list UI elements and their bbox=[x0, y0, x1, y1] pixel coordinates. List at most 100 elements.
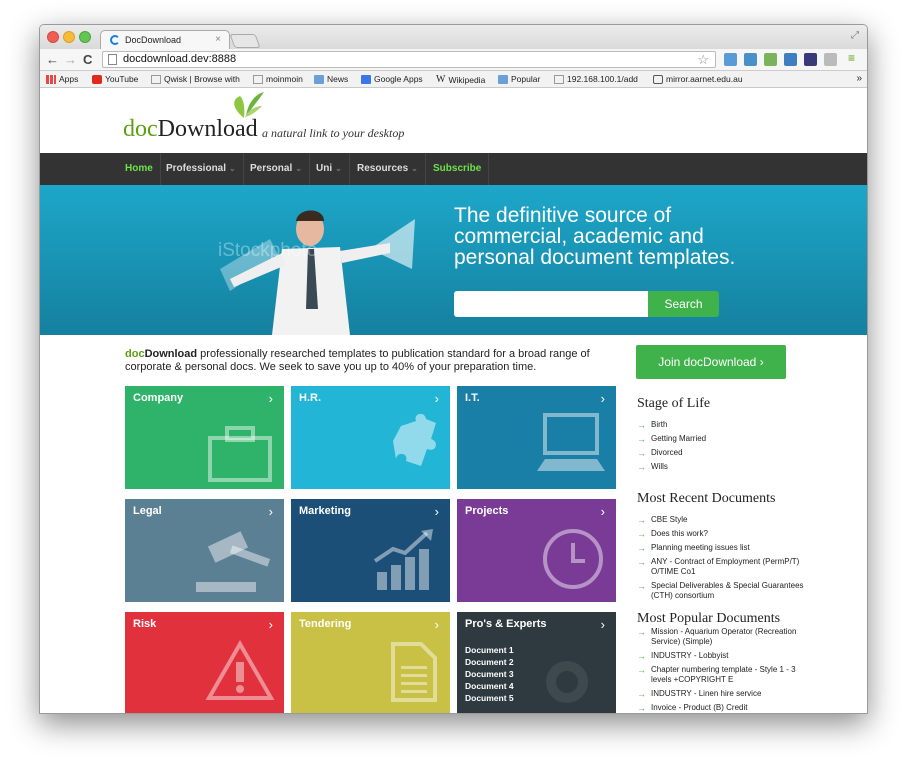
chevron-down-icon: ⌄ bbox=[411, 164, 418, 173]
bookmark-label: Wikipedia bbox=[448, 74, 486, 85]
bookmark-label: Qwisk | Browse with bbox=[164, 74, 240, 84]
chevron-right-icon: › bbox=[434, 617, 439, 632]
more-bookmarks-button[interactable]: » bbox=[856, 73, 862, 84]
recent-document-link[interactable]: CBE Style bbox=[637, 515, 817, 525]
bookmark-mirror[interactable]: mirror.aarnet.edu.au bbox=[653, 74, 743, 84]
bookmark-moinmoin[interactable]: moinmoin bbox=[253, 74, 303, 84]
bookmark-popular[interactable]: Popular bbox=[498, 74, 540, 84]
tile-it[interactable]: I.T. › bbox=[457, 386, 616, 489]
new-tab-button[interactable] bbox=[229, 34, 261, 48]
document-icon bbox=[391, 642, 437, 702]
bookmark-qwisk[interactable]: Qwisk | Browse with bbox=[151, 74, 240, 84]
stage-link[interactable]: Birth bbox=[637, 420, 817, 430]
nav-personal[interactable]: Personal ⌄ bbox=[243, 153, 310, 185]
forward-icon[interactable]: → bbox=[64, 52, 77, 67]
reload-icon[interactable]: C bbox=[83, 52, 92, 67]
nav-subscribe[interactable]: Subscribe bbox=[426, 153, 490, 185]
hero-title: The definitive source of commercial, aca… bbox=[454, 204, 736, 269]
tile-marketing[interactable]: Marketing › bbox=[291, 499, 450, 602]
extension-icon[interactable] bbox=[804, 53, 817, 66]
tile-tendering[interactable]: Tendering › bbox=[291, 612, 450, 713]
tile-title: Marketing bbox=[299, 505, 351, 517]
extension-icon[interactable] bbox=[764, 53, 777, 66]
recent-document-link[interactable]: Planning meeting issues list bbox=[637, 543, 817, 553]
bookmark-router[interactable]: 192.168.100.1/add bbox=[554, 74, 638, 84]
web-page: docDownload a natural link to your deskt… bbox=[40, 88, 867, 713]
nav-resources[interactable]: Resources ⌄ bbox=[350, 153, 426, 185]
chevron-right-icon: › bbox=[600, 391, 605, 406]
tab-close-icon[interactable]: × bbox=[215, 34, 221, 45]
back-icon[interactable]: ← bbox=[46, 52, 59, 67]
watermark: iStockphoto bbox=[218, 240, 318, 261]
experts-doc-link[interactable]: Document 1 bbox=[465, 644, 514, 656]
site-logo[interactable]: docDownload bbox=[123, 116, 258, 143]
popular-document-link[interactable]: Chapter numbering template - Style 1 - 3… bbox=[637, 665, 817, 685]
recent-document-link[interactable]: ANY - Contract of Employment (PermP/T) O… bbox=[637, 557, 817, 577]
intro-brand-doc: doc bbox=[125, 348, 145, 360]
experts-doc-link[interactable]: Document 5 bbox=[465, 692, 514, 704]
chevron-right-icon: › bbox=[434, 391, 439, 406]
menu-icon[interactable]: ≡ bbox=[848, 51, 855, 65]
google-icon bbox=[361, 74, 371, 84]
search-button[interactable]: Search bbox=[648, 291, 719, 317]
bookmark-youtube[interactable]: YouTube bbox=[92, 74, 138, 84]
tile-projects[interactable]: Projects › bbox=[457, 499, 616, 602]
tile-experts[interactable]: Pro's & Experts › Document 1 Document 2 … bbox=[457, 612, 616, 713]
bookmark-label: Apps bbox=[59, 74, 79, 84]
clock-icon bbox=[543, 529, 603, 589]
chevron-down-icon: ⌄ bbox=[229, 164, 236, 173]
tile-company[interactable]: Company › bbox=[125, 386, 284, 489]
search-input[interactable] bbox=[454, 291, 649, 317]
stage-link[interactable]: Getting Married bbox=[637, 434, 817, 444]
popular-document-link[interactable]: Invoice - Product (B) Credit bbox=[637, 703, 817, 713]
wikipedia-icon: W bbox=[436, 74, 446, 85]
popular-document-link[interactable]: INDUSTRY - Linen hire service bbox=[637, 689, 817, 699]
nav-uni[interactable]: Uni ⌄ bbox=[309, 153, 350, 185]
popular-documents-panel: Most Popular Documents Mission - Aquariu… bbox=[637, 611, 817, 713]
recent-document-link[interactable]: Special Deliverables & Special Guarantee… bbox=[637, 581, 817, 601]
extension-icon[interactable] bbox=[784, 53, 797, 66]
hero-photo bbox=[220, 210, 415, 335]
popular-document-link[interactable]: Mission - Aquarium Operator (Recreation … bbox=[637, 627, 817, 647]
experts-doc-link[interactable]: Document 2 bbox=[465, 656, 514, 668]
close-window-button[interactable] bbox=[47, 31, 59, 43]
extension-icon[interactable] bbox=[824, 53, 837, 66]
bookmark-wikipedia[interactable]: W Wikipedia bbox=[436, 74, 485, 85]
youtube-icon bbox=[92, 74, 102, 84]
join-button[interactable]: Join docDownload › bbox=[636, 345, 786, 379]
popular-document-link[interactable]: INDUSTRY - Lobbyist bbox=[637, 651, 817, 661]
minimize-window-button[interactable] bbox=[63, 31, 75, 43]
zoom-window-button[interactable] bbox=[79, 31, 91, 43]
site-header: docDownload a natural link to your deskt… bbox=[40, 88, 867, 153]
logo-download: Download bbox=[157, 116, 258, 142]
page-icon bbox=[253, 74, 263, 84]
tile-hr[interactable]: H.R. › bbox=[291, 386, 450, 489]
nav-home[interactable]: Home bbox=[118, 153, 161, 185]
intro-text: docDownload professionally researched te… bbox=[125, 348, 605, 374]
tile-risk[interactable]: Risk › bbox=[125, 612, 284, 713]
fullscreen-icon[interactable]: ⤢ bbox=[851, 30, 859, 41]
tab-docdownload[interactable]: DocDownload × bbox=[100, 30, 230, 50]
tile-legal[interactable]: Legal › bbox=[125, 499, 284, 602]
bookmark-google-apps[interactable]: Google Apps bbox=[361, 74, 423, 84]
stage-link[interactable]: Wills bbox=[637, 462, 817, 472]
bookmark-news[interactable]: News bbox=[314, 74, 348, 84]
nav-label: Professional bbox=[166, 163, 227, 174]
bookmark-star-icon[interactable]: ☆ bbox=[697, 52, 709, 68]
recent-documents-panel: Most Recent Documents CBE Style Does thi… bbox=[637, 491, 817, 605]
bookmark-apps[interactable]: Apps bbox=[46, 74, 78, 84]
experts-doc-link[interactable]: Document 4 bbox=[465, 680, 514, 692]
chevron-right-icon: › bbox=[600, 504, 605, 519]
stage-of-life-panel: Stage of Life Birth Getting Married Divo… bbox=[637, 396, 817, 476]
recent-document-link[interactable]: Does this work? bbox=[637, 529, 817, 539]
tile-title: Projects bbox=[465, 505, 509, 517]
tile-title: Legal bbox=[133, 505, 162, 517]
nav-professional[interactable]: Professional ⌄ bbox=[159, 153, 244, 185]
tile-title: I.T. bbox=[465, 392, 480, 404]
address-bar[interactable]: docdownload.dev:8888 ☆ bbox=[102, 51, 716, 68]
tile-title: Risk bbox=[133, 618, 157, 630]
experts-doc-link[interactable]: Document 3 bbox=[465, 668, 514, 680]
extension-icon[interactable] bbox=[744, 53, 757, 66]
extension-icon[interactable] bbox=[724, 53, 737, 66]
stage-link[interactable]: Divorced bbox=[637, 448, 817, 458]
